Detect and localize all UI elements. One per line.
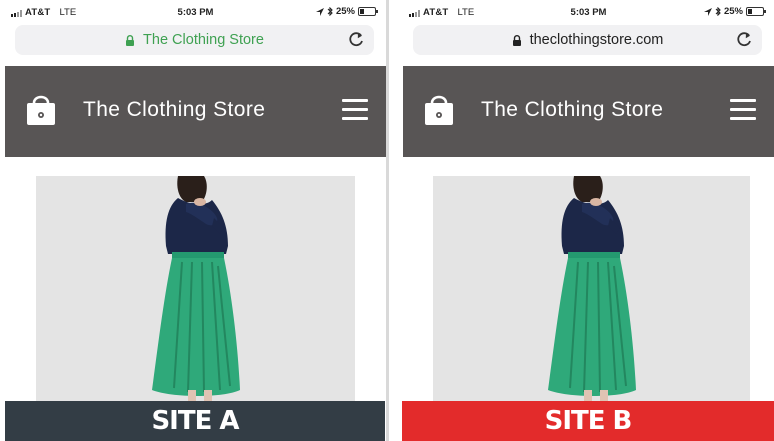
- phone-screen-site-b: AT&T LTE 5:03 PM 25% theclothingstore.co…: [403, 0, 774, 441]
- status-bar: AT&T LTE 5:03 PM 25%: [5, 4, 386, 20]
- shopping-bag-icon[interactable]: [22, 90, 60, 128]
- address-bar-text: The Clothing Store: [143, 32, 264, 48]
- status-bar: AT&T LTE 5:03 PM 25%: [403, 4, 774, 20]
- battery-percent: 25%: [335, 6, 355, 17]
- battery-icon: [358, 7, 378, 16]
- location-icon: [315, 7, 324, 16]
- hamburger-menu-icon[interactable]: [730, 99, 756, 121]
- site-header: The Clothing Store: [403, 66, 774, 157]
- panel-divider: [386, 0, 389, 441]
- product-image[interactable]: [36, 176, 355, 411]
- shopping-bag-icon[interactable]: [420, 90, 458, 128]
- site-header: The Clothing Store: [5, 66, 386, 157]
- lock-icon: [126, 34, 135, 46]
- reload-icon[interactable]: [736, 31, 752, 47]
- bluetooth-icon: [715, 7, 721, 16]
- location-icon: [703, 7, 712, 16]
- reload-icon[interactable]: [348, 31, 364, 47]
- lock-icon: [512, 34, 521, 46]
- address-bar-text: theclothingstore.com: [529, 32, 664, 48]
- site-a-label: SITE A: [5, 401, 385, 441]
- address-bar[interactable]: The Clothing Store: [15, 25, 374, 55]
- site-title[interactable]: The Clothing Store: [83, 98, 265, 122]
- site-b-label: SITE B: [402, 401, 774, 441]
- site-title[interactable]: The Clothing Store: [481, 98, 663, 122]
- phone-screen-site-a: AT&T LTE 5:03 PM 25% The Clothing Store …: [5, 0, 386, 441]
- hamburger-menu-icon[interactable]: [342, 99, 368, 121]
- battery-icon: [746, 7, 766, 16]
- bluetooth-icon: [327, 7, 333, 16]
- model-photo: [546, 176, 637, 411]
- model-photo: [150, 176, 241, 411]
- address-bar[interactable]: theclothingstore.com: [413, 25, 762, 55]
- battery-percent: 25%: [723, 6, 743, 17]
- product-image[interactable]: [433, 176, 750, 411]
